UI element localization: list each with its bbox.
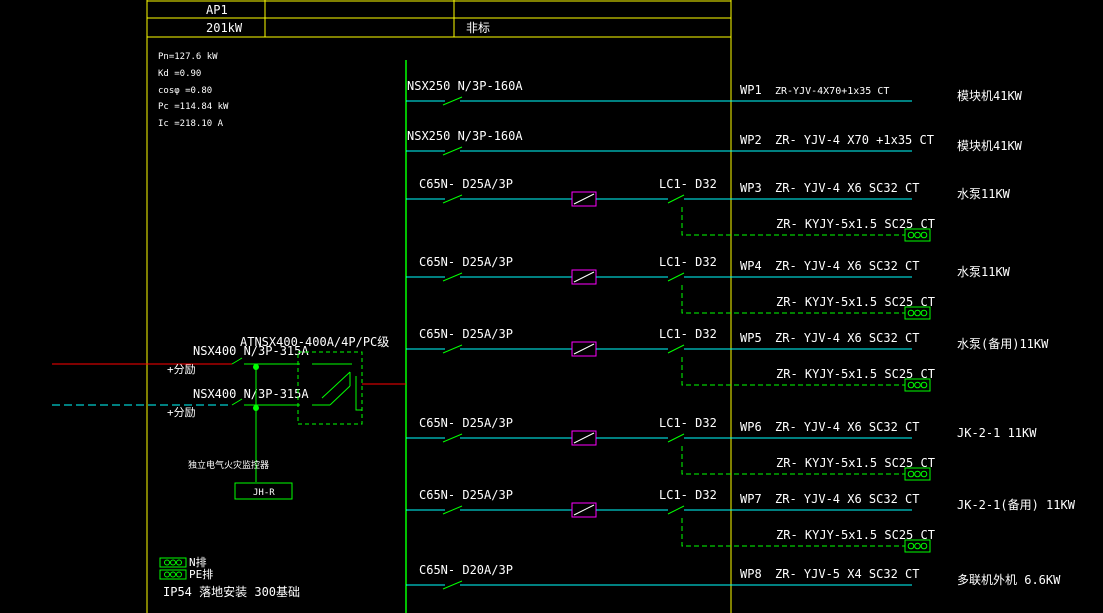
circuit-wp2: NSX250 N/3P-160A WP2 ZR- YJV-4 X70 +1x35 C… (406, 129, 1023, 156)
energy-meter (571, 341, 597, 357)
load-label: 水泵11KW (957, 265, 1011, 279)
circuit-wp5: C65N- D25A/3P LC1- D32ZR- KYJY-5x1.5 SC25… (406, 327, 1049, 392)
fire-monitor-label: 独立电气火灾监控器 (188, 459, 269, 471)
param-pc: Pc =114.84 kW (158, 102, 229, 112)
breaker-switch (442, 505, 463, 515)
param-kd: Kd =0.90 (158, 69, 201, 79)
cable-label: ZR- YJV-4 X6 SC32 CT (775, 181, 920, 195)
breaker-label: C65N- D20A/3P (419, 563, 513, 577)
circuit-id: WP5 (740, 331, 762, 345)
circuit-wp7: C65N- D25A/3P LC1- D32ZR- KYJY-5x1.5 SC25… (406, 488, 1076, 553)
param-pn: Pn=127.6 kW (158, 52, 218, 62)
breaker-label: NSX250 N/3P-160A (407, 129, 523, 143)
load-label: 水泵(备用)11KW (957, 337, 1049, 351)
param-cos: cosφ =0.80 (158, 86, 212, 96)
circuit-wp8: C65N- D20A/3P WP8 ZR- YJV-5 X4 SC32 CT 多联机外… (406, 563, 1061, 590)
shunt-trip-1: +分励 (167, 363, 196, 376)
load-label: JK-2-1 11KW (957, 426, 1037, 440)
breaker-switch (442, 580, 463, 590)
install-note: IP54 落地安装 300基础 (163, 584, 300, 599)
circuit-wp1: NSX250 N/3P-160A WP1 ZR-YJV-4X70+1x35 CT 模块… (406, 79, 1023, 106)
pe-bar-icon (159, 569, 187, 580)
panel-name: AP1 (206, 3, 228, 17)
param-ic: Ic =218.10 A (158, 119, 224, 129)
circuit-id: WP4 (740, 259, 762, 273)
breaker-switch (442, 96, 463, 106)
circuit-wp4: C65N- D25A/3P LC1- D32ZR- KYJY-5x1.5 SC25… (406, 255, 1011, 320)
breaker-switch (442, 344, 463, 354)
load-label: 多联机外机 6.6KW (957, 573, 1061, 587)
cable-label: ZR- YJV-5 X4 SC32 CT (775, 567, 920, 581)
contactor-label: LC1- D32 (659, 416, 717, 430)
breaker-label: C65N- D25A/3P (419, 327, 513, 341)
energy-meter (571, 191, 597, 207)
breaker-label: C65N- D25A/3P (419, 255, 513, 269)
breaker-switch (442, 433, 463, 443)
contactor-label: LC1- D32 (659, 255, 717, 269)
circuit-wp3: C65N- D25A/3P LC1- D32ZR- KYJY-5x1.5 SC25… (406, 177, 1011, 242)
pe-bar-label: PE排 (189, 567, 213, 581)
incoming-section: NSX400 N/3P-315A NSX400 N/3P-315A +分励 +分… (52, 335, 406, 500)
load-label: 水泵11KW (957, 187, 1011, 201)
breaker-switch (442, 194, 463, 204)
electrical-schematic: AP1 201kW 非标 Pn=127.6 kW Kd =0.90 cosφ =… (52, 0, 1076, 613)
contactor-label: LC1- D32 (659, 177, 717, 191)
breaker-switch (442, 272, 463, 282)
shunt-trip-2: +分励 (167, 406, 196, 419)
ats-label: ATNSX400-400A/4P/PC级 (240, 335, 389, 349)
load-label: 模块机41KW (957, 89, 1023, 103)
cable-label: ZR- YJV-4 X6 SC32 CT (775, 492, 920, 506)
cable-label: ZR- YJV-4 X6 SC32 CT (775, 420, 920, 434)
contactor-label: LC1- D32 (659, 488, 717, 502)
load-label: JK-2-1(备用) 11KW (957, 498, 1076, 512)
circuit-wp6: C65N- D25A/3P LC1- D32ZR- KYJY-5x1.5 SC25… (406, 416, 1037, 481)
circuit-id: WP1 (740, 83, 762, 97)
energy-meter (571, 269, 597, 285)
cable-label: ZR- YJV-4 X70 +1x35 CT (775, 133, 934, 147)
legend: N排 PE排 IP54 落地安装 300基础 (159, 555, 300, 599)
energy-meter (571, 430, 597, 446)
contactor-switch (667, 433, 685, 443)
circuit-id: WP6 (740, 420, 762, 434)
load-params: Pn=127.6 kW Kd =0.90 cosφ =0.80 Pc =114.… (158, 52, 229, 129)
circuit-id: WP7 (740, 492, 762, 506)
cable-label: ZR-YJV-4X70+1x35 CT (775, 86, 889, 97)
contactor-switch (667, 344, 685, 354)
fire-monitor-code: JH-R (253, 488, 275, 498)
cable-label: ZR- YJV-4 X6 SC32 CT (775, 331, 920, 345)
n-bar-label: N排 (189, 555, 207, 569)
outgoing-circuits: NSX250 N/3P-160A WP1 ZR-YJV-4X70+1x35 CT 模块… (406, 79, 1076, 590)
load-label: 模块机41KW (957, 139, 1023, 153)
contactor-switch (667, 194, 685, 204)
breaker-label: C65N- D25A/3P (419, 177, 513, 191)
circuit-id: WP2 (740, 133, 762, 147)
contactor-label: LC1- D32 (659, 327, 717, 341)
panel-power: 201kW (206, 21, 243, 35)
panel-category: 非标 (466, 21, 490, 35)
breaker-label: C65N- D25A/3P (419, 488, 513, 502)
contactor-switch (667, 505, 685, 515)
energy-meter (571, 502, 597, 518)
breaker-switch (442, 146, 463, 156)
breaker-label: C65N- D25A/3P (419, 416, 513, 430)
circuit-id: WP3 (740, 181, 762, 195)
circuit-id: WP8 (740, 567, 762, 581)
contactor-switch (667, 272, 685, 282)
cable-label: ZR- YJV-4 X6 SC32 CT (775, 259, 920, 273)
breaker-label: NSX250 N/3P-160A (407, 79, 523, 93)
incoming-breaker-2: NSX400 N/3P-315A (193, 387, 309, 401)
n-bar-icon (159, 557, 187, 568)
